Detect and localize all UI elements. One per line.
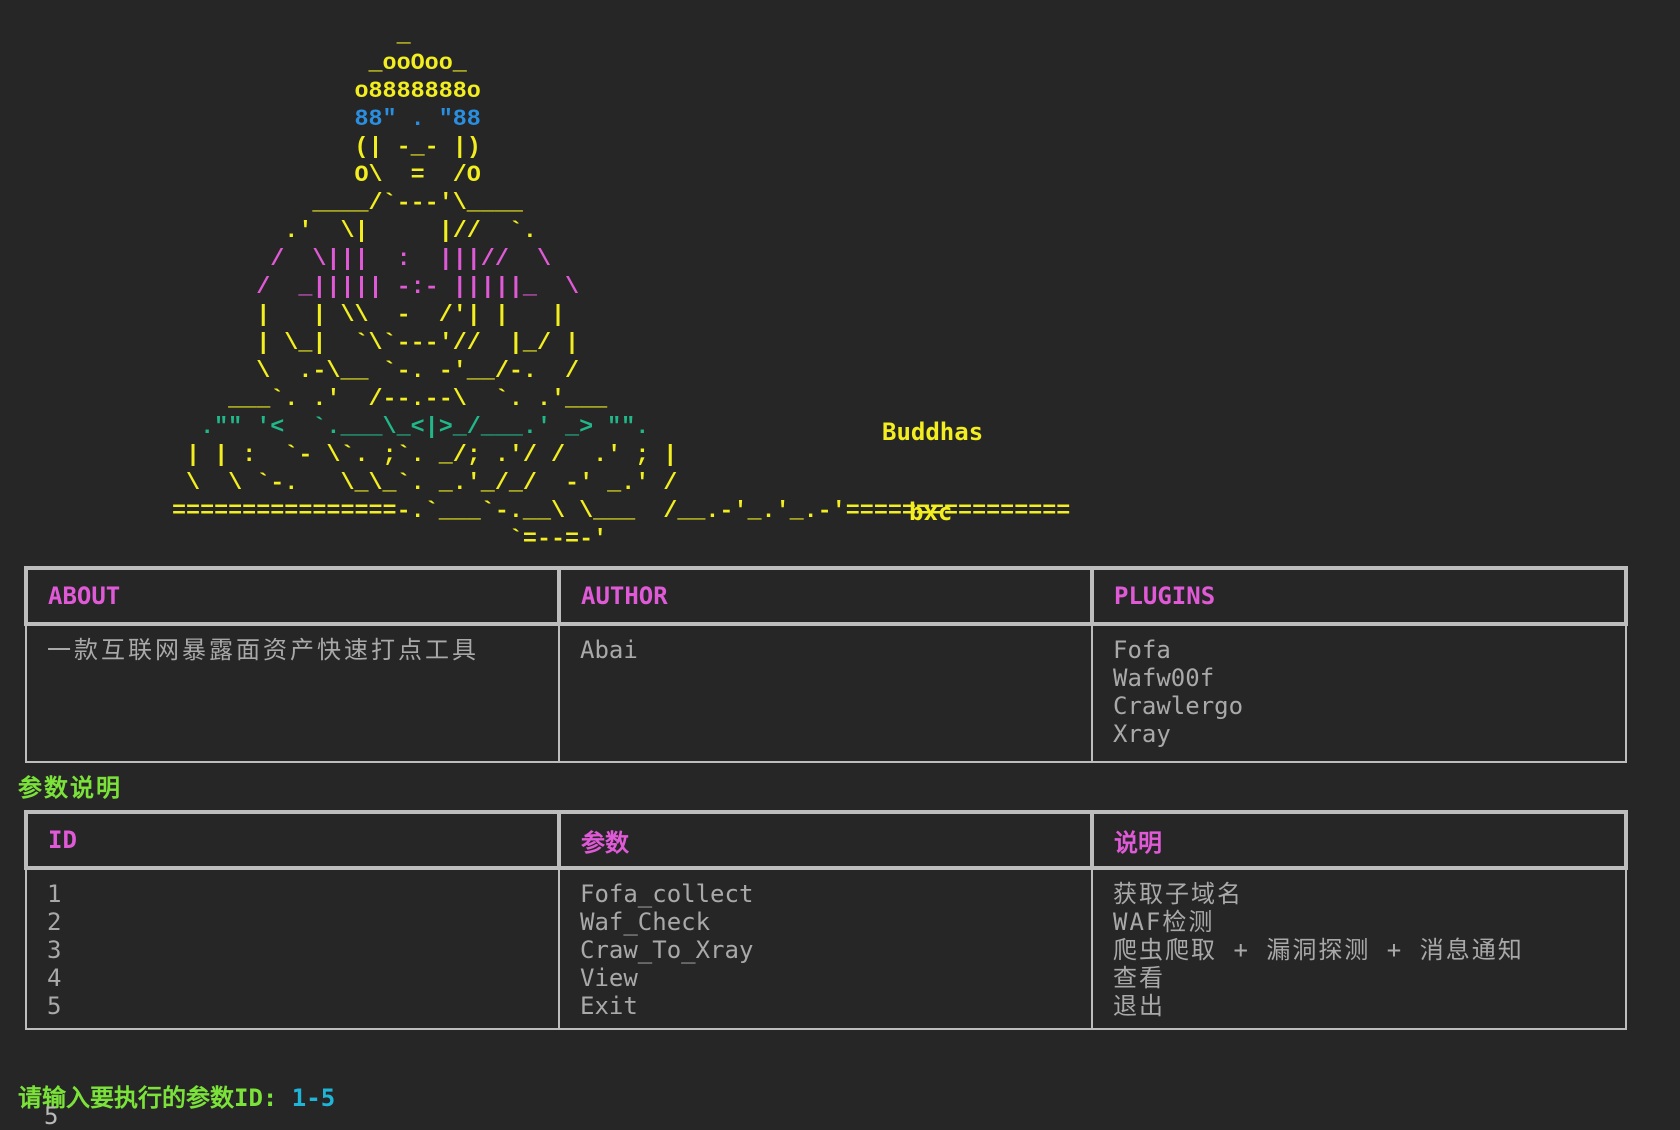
plugins-cell: Fofa Wafw00f Crawlergo Xray	[1091, 623, 1627, 763]
param-desc: 退出	[1113, 992, 1165, 1020]
param-name: View	[580, 964, 638, 992]
plugin-item: Xray	[1113, 720, 1171, 748]
ascii-art-line: ___`. .' /--.--\ `. .'___	[228, 387, 608, 413]
plugin-item: Fofa	[1113, 636, 1171, 664]
author-cell: Abai	[558, 623, 1093, 763]
params-table: ID 参数 说明 1 2 3 4 5 Fofa_collect Waf_Chec…	[24, 810, 1628, 1030]
param-name: Craw_To_Xray	[580, 936, 754, 964]
param-name: Fofa_collect	[580, 880, 754, 908]
header-author: AUTHOR	[557, 566, 1094, 626]
param-id: 4	[47, 964, 62, 992]
ascii-art-line: 88" . "88	[354, 107, 481, 133]
ascii-art-line: \ .-\__ `-. -'__/-. /	[256, 359, 580, 385]
about-cell: 一款互联网暴露面资产快速打点工具	[25, 623, 560, 763]
about-text: 一款互联网暴露面资产快速打点工具	[47, 636, 479, 664]
ascii-art-line: _ooOoo_	[368, 51, 467, 77]
ascii-art-line: `=--=-'	[508, 527, 608, 553]
id-cell: 1 2 3 4 5	[25, 867, 560, 1030]
param-name: Exit	[580, 992, 638, 1020]
params-section-title: 参数说明	[18, 774, 122, 802]
param-desc: 查看	[1113, 964, 1165, 992]
param-desc: WAF检测	[1113, 908, 1215, 936]
params-table-body: 1 2 3 4 5 Fofa_collect Waf_Check Craw_To…	[25, 867, 1627, 1030]
info-table-row: 一款互联网暴露面资产快速打点工具 Abai Fofa Wafw00f Crawl…	[25, 623, 1627, 763]
param-id: 5	[47, 992, 62, 1020]
ascii-art-line: (| -_- |)	[354, 135, 481, 161]
banner-label-bxc: bxc	[909, 498, 953, 526]
ascii-art-line: o8888888o	[354, 79, 481, 105]
ascii-art-line: \ \ `-. \_\_`. _.'_/_/ -' _.' /	[186, 471, 678, 497]
param-name: Waf_Check	[580, 908, 711, 936]
param-cell: Fofa_collect Waf_Check Craw_To_Xray View…	[558, 867, 1093, 1030]
banner-label-buddhas: Buddhas	[882, 418, 984, 446]
header-param: 参数	[557, 810, 1094, 870]
desc-cell: 获取子域名 WAF检测 爬虫爬取 + 漏洞探测 + 消息通知 查看 退出	[1091, 867, 1627, 1030]
params-table-header: ID 参数 说明	[24, 810, 1628, 870]
ascii-art-line: / \||| : |||// \	[270, 247, 551, 273]
prompt-range: 1-5	[291, 1084, 336, 1112]
info-table: ABOUT AUTHOR PLUGINS 一款互联网暴露面资产快速打点工具 Ab…	[24, 566, 1628, 763]
input-prompt: 请输入要执行的参数ID: 1-5	[18, 1078, 335, 1113]
author-text: Abai	[580, 636, 638, 664]
ascii-art-line: _	[396, 23, 411, 49]
ascii-art-line: / _||||| -:- |||||_ \	[256, 275, 580, 301]
param-desc: 获取子域名	[1113, 880, 1243, 908]
ascii-art-line: .' \| |// `.	[284, 219, 537, 245]
plugin-item: Crawlergo	[1113, 692, 1244, 720]
ascii-art-line: ."" '< `.___\_<|>_/___.' _> "".	[200, 415, 650, 441]
command-input[interactable]: 5	[44, 1104, 58, 1128]
buddha-ascii-art: _ _ooOoo_ o8888888o 88" . "88 (| -_- |) …	[172, 22, 1070, 554]
ascii-art-line: | \_| `\`---'// |_/ |	[256, 331, 580, 357]
ascii-art-line: O\ = /O	[354, 163, 481, 189]
header-about: ABOUT	[24, 566, 561, 626]
param-id: 1	[47, 880, 62, 908]
prompt-text: 请输入要执行的参数ID:	[18, 1084, 292, 1112]
ascii-art-line: | | : `- \`. ;`. _/; .'/ / .' ; |	[186, 443, 678, 469]
header-id: ID	[24, 810, 561, 870]
ascii-art-line: | | \\ - /'| | |	[256, 303, 566, 329]
plugin-item: Wafw00f	[1113, 664, 1215, 692]
ascii-art-line: ____/`---'\____	[312, 191, 523, 217]
param-id: 3	[47, 936, 62, 964]
header-desc: 说明	[1090, 810, 1628, 870]
header-plugins: PLUGINS	[1090, 566, 1628, 626]
info-table-header: ABOUT AUTHOR PLUGINS	[24, 566, 1628, 626]
param-id: 2	[47, 908, 62, 936]
param-desc: 爬虫爬取 + 漏洞探测 + 消息通知	[1113, 936, 1524, 964]
